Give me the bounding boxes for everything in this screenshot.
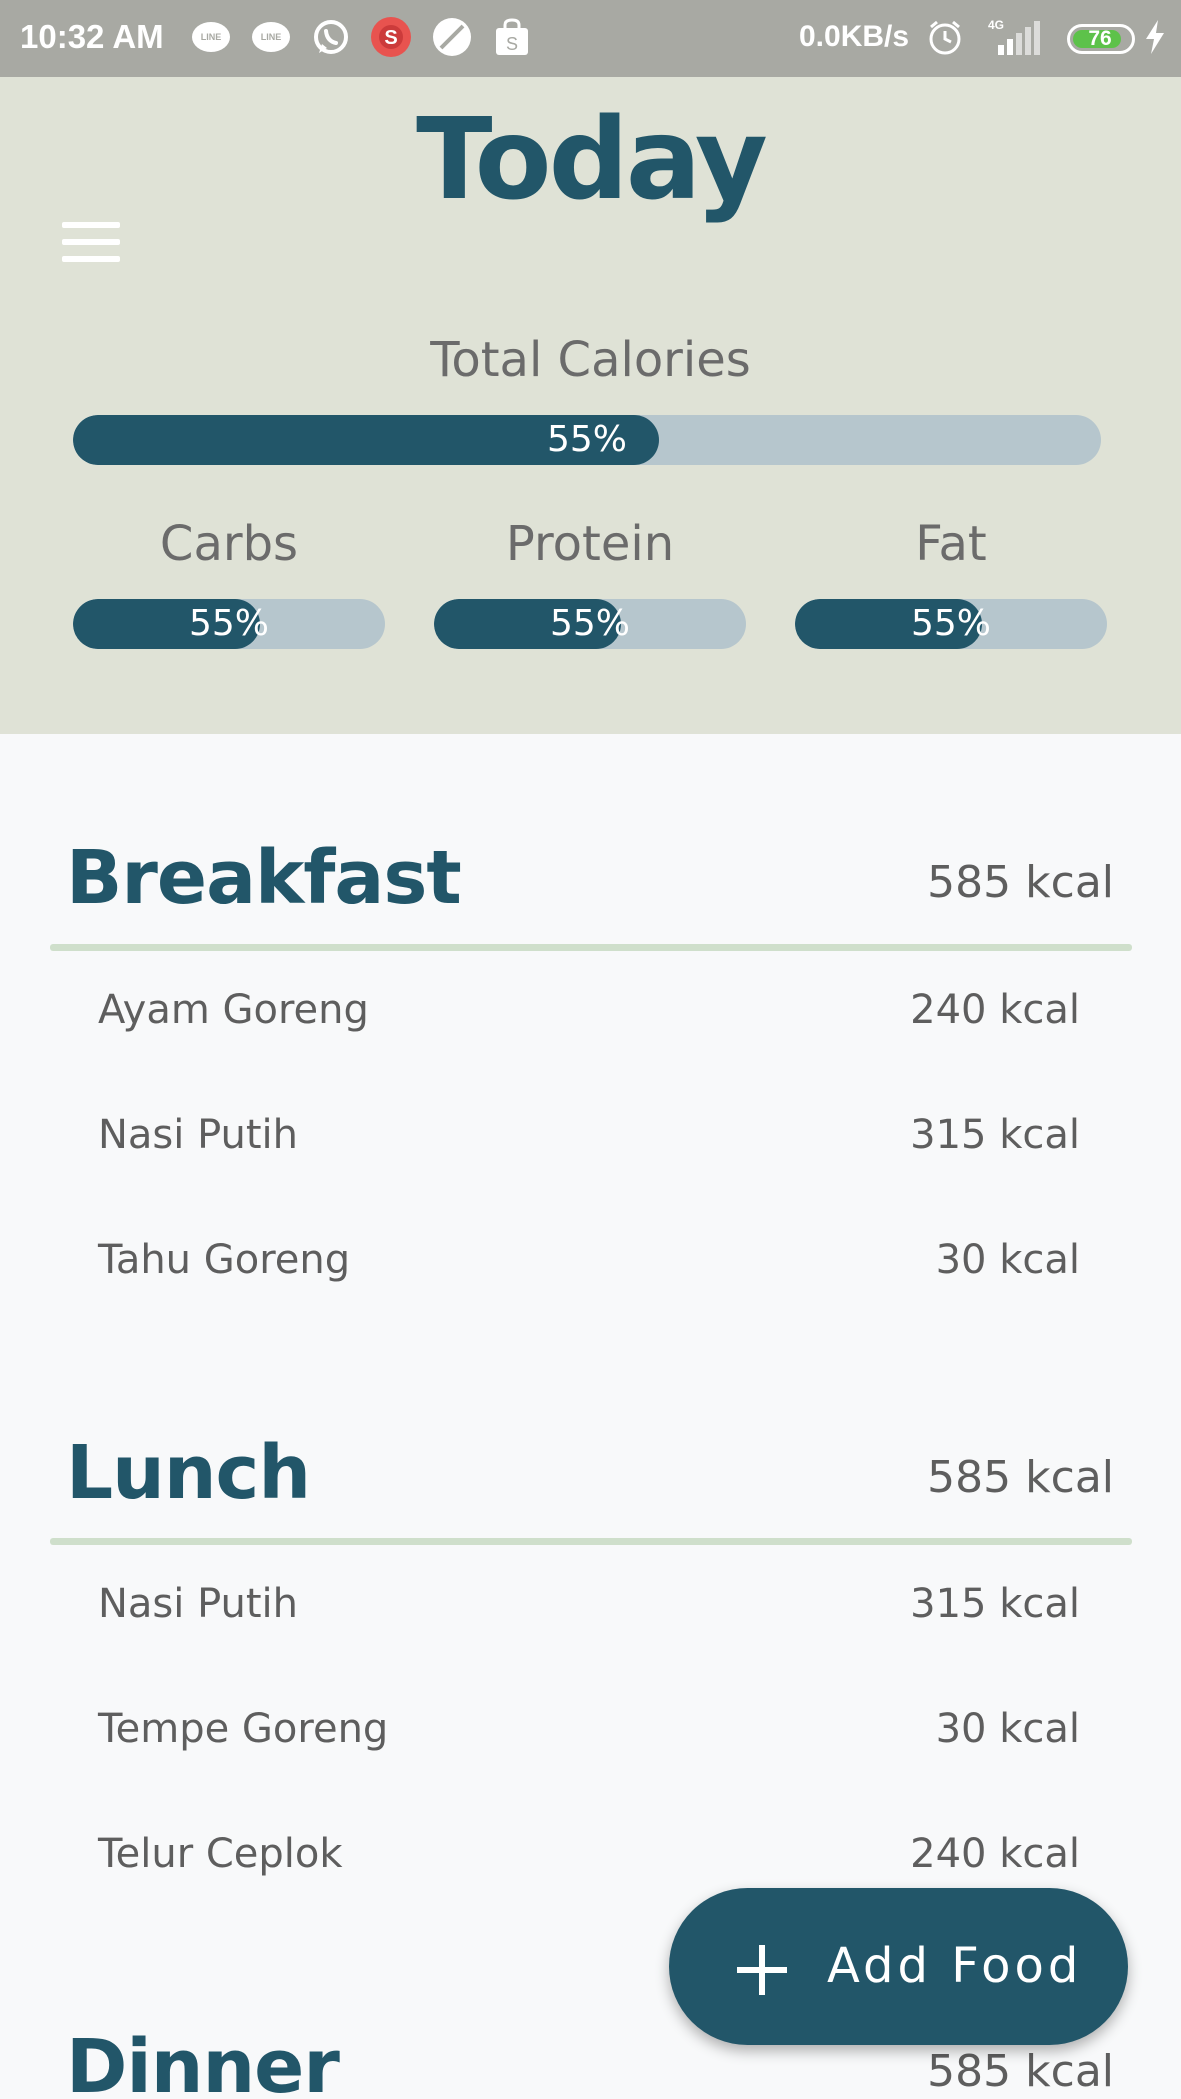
browser-icon [431,16,473,58]
meal-title: Lunch [66,1430,311,1516]
status-time: 10:32 AM [20,18,164,55]
add-food-button[interactable]: Add Food [669,1888,1128,2045]
charging-icon [1140,16,1170,58]
fat-percent: 55% [910,603,991,644]
food-name: Nasi Putih [98,1112,299,1158]
food-name: Tahu Goreng [98,1237,351,1283]
food-item[interactable]: Tempe Goreng 30 kcal [98,1706,1080,1766]
carbs-progress-bar: 55% [73,599,385,649]
alarm-icon [924,16,966,58]
food-kcal: 30 kcal [935,1237,1080,1283]
meal-kcal: 585 kcal [927,1452,1114,1503]
svg-text:S: S [506,34,518,54]
food-name: Ayam Goreng [98,987,369,1033]
fat-progress-bar: 55% [795,599,1107,649]
food-name: Tempe Goreng [98,1706,389,1752]
carbs-percent: 55% [188,603,269,644]
food-item[interactable]: Ayam Goreng 240 kcal [98,987,1080,1047]
food-item[interactable]: Telur Ceplok 240 kcal [98,1831,1080,1891]
status-bar: 10:32 AM LINE LINE S S 0.0KB/s 4G 76 [0,0,1181,77]
svg-text:S: S [384,27,397,49]
line-icon: LINE [250,16,292,58]
protein-progress-bar: 55% [434,599,746,649]
battery-icon: 76 [1067,24,1135,54]
s-app-icon: S [370,16,412,58]
total-calories-progress-bar: 55% [73,415,1101,465]
food-kcal: 240 kcal [910,1831,1080,1877]
total-calories-percent: 55% [546,419,627,460]
food-kcal: 30 kcal [935,1706,1080,1752]
food-name: Telur Ceplok [98,1831,343,1877]
food-kcal: 240 kcal [910,987,1080,1033]
food-item[interactable]: Nasi Putih 315 kcal [98,1112,1080,1172]
meal-header-breakfast[interactable]: Breakfast 585 kcal [50,835,1132,935]
net-speed: 0.0KB/s [799,20,910,53]
plus-icon [737,1945,787,1995]
total-calories-label: Total Calories [430,332,751,388]
page-title: Today [416,95,768,225]
food-item[interactable]: Tahu Goreng 30 kcal [98,1237,1080,1297]
carbs-label: Carbs [159,516,299,572]
meal-header-lunch[interactable]: Lunch 585 kcal [50,1430,1132,1530]
network-type: 4G [988,18,1004,32]
battery-level: 76 [1088,27,1112,50]
meal-kcal: 585 kcal [927,2046,1114,2097]
protein-label: Protein [505,516,675,572]
add-food-label: Add Food [827,1938,1083,1994]
whatsapp-icon [310,16,352,58]
food-kcal: 315 kcal [910,1112,1080,1158]
line-icon: LINE [190,16,232,58]
meal-title: Breakfast [66,835,462,921]
food-kcal: 315 kcal [910,1581,1080,1627]
protein-percent: 55% [549,603,630,644]
meal-divider [50,944,1132,951]
meal-kcal: 585 kcal [927,857,1114,908]
food-name: Nasi Putih [98,1581,299,1627]
shopping-bag-icon: S [491,16,533,58]
signal-icon: 4G [986,16,1050,58]
fat-label: Fat [915,516,987,572]
food-item[interactable]: Nasi Putih 315 kcal [98,1581,1080,1641]
menu-button[interactable] [58,222,124,266]
meal-title: Dinner [66,2024,340,2099]
meal-divider [50,1538,1132,1545]
